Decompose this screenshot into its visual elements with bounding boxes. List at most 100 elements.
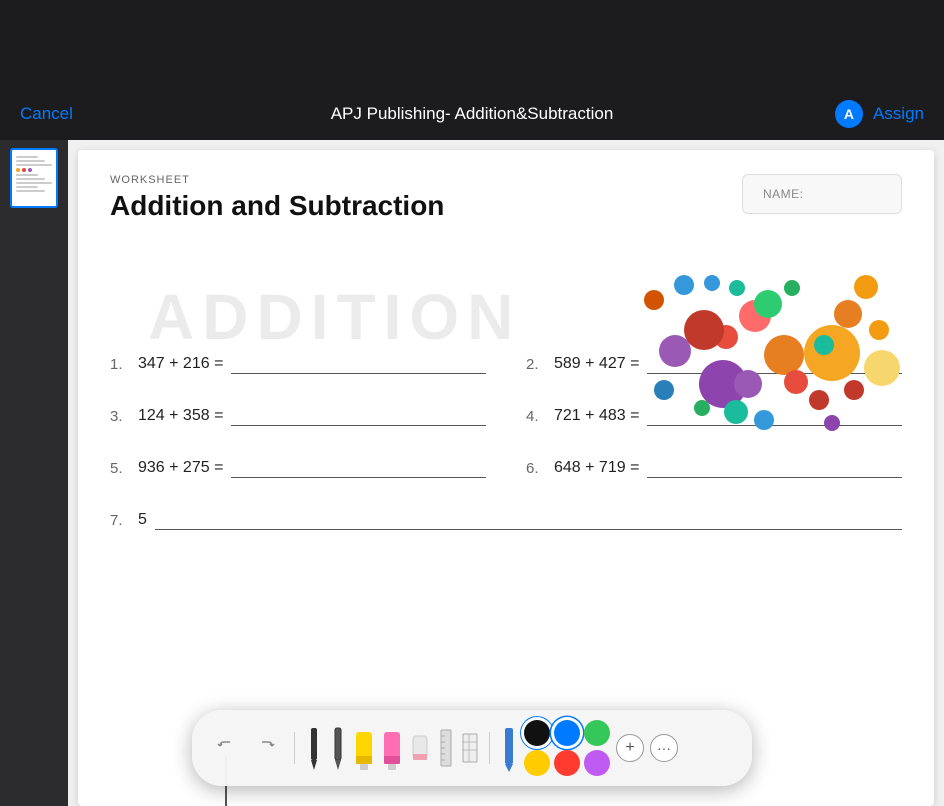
problem-number: 4. [526, 408, 550, 425]
undo-button[interactable] [208, 730, 244, 766]
undo-redo-section [208, 730, 284, 766]
bubble-dot [724, 400, 748, 424]
main-content: WORKSHEET Addition and Subtraction NAME:… [0, 140, 944, 806]
worksheet-label: WORKSHEET [110, 174, 444, 186]
problem-expression: 936 + 275 = [138, 459, 223, 477]
bubble-dot [854, 275, 878, 299]
thumb-line [16, 174, 38, 176]
thumb-line [16, 160, 45, 162]
thumb-line [16, 156, 38, 158]
highlighter-pink[interactable] [381, 722, 403, 774]
assign-button[interactable]: Assign [873, 104, 924, 124]
ruler-tool[interactable] [437, 722, 455, 774]
thumb-dot-row [16, 168, 52, 172]
bubble-dot [754, 290, 782, 318]
problem-expression: 648 + 719 = [554, 459, 639, 477]
bubble-dot [814, 335, 834, 355]
sidebar [0, 140, 68, 806]
grid-tool[interactable] [461, 722, 479, 774]
problem-expression: 347 + 216 = [138, 355, 223, 373]
top-bar-inner: Cancel APJ Publishing- Addition&Subtract… [20, 100, 924, 128]
bubble-dot [729, 280, 745, 296]
eraser-tool[interactable] [409, 722, 431, 774]
pen-tool-1[interactable] [305, 722, 323, 774]
worksheet-area: WORKSHEET Addition and Subtraction NAME:… [68, 140, 944, 806]
bubble-dot [734, 370, 762, 398]
worksheet-page: WORKSHEET Addition and Subtraction NAME:… [78, 150, 934, 806]
bubble-dot [674, 275, 694, 295]
bubble-dot [824, 415, 840, 431]
page-title: APJ Publishing- Addition&Subtraction [331, 104, 614, 124]
bubble-dot [704, 275, 720, 291]
problem: 1.347 + 216 = [110, 354, 486, 374]
ellipsis-icon: ··· [657, 740, 671, 756]
worksheet-header: WORKSHEET Addition and Subtraction NAME: [78, 150, 934, 234]
thumb-line [16, 190, 45, 192]
answer-line [231, 354, 486, 374]
problem-number: 7. [110, 512, 134, 529]
problem: 3.124 + 358 = [110, 406, 486, 426]
bubble-dot [654, 380, 674, 400]
color-swatch-5[interactable] [584, 750, 610, 776]
problem: 7.5 [110, 510, 902, 530]
bubble-dot [809, 390, 829, 410]
bubble-dot [784, 280, 800, 296]
pen-tool-2[interactable] [329, 722, 347, 774]
name-box: NAME: [742, 174, 902, 214]
bubble-dot [784, 370, 808, 394]
problem-row: 7.5 [110, 510, 902, 530]
bubble-dot [764, 335, 804, 375]
answer-line [231, 406, 486, 426]
thumb-dot [22, 168, 26, 172]
color-swatch-3[interactable] [524, 750, 550, 776]
problem-number: 1. [110, 356, 134, 373]
drawing-toolbar: + ··· [192, 710, 752, 786]
color-swatch-1[interactable] [554, 720, 580, 746]
worksheet-title: Addition and Subtraction [110, 190, 444, 222]
bubble-dot [644, 290, 664, 310]
problem-expression: 124 + 358 = [138, 407, 223, 425]
bubble-dot [754, 410, 774, 430]
sidebar-thumbnail[interactable] [10, 148, 58, 208]
add-color-button[interactable]: + [616, 734, 644, 762]
bubble-dot [804, 325, 860, 381]
color-swatch-4[interactable] [554, 750, 580, 776]
bubble-dot [864, 350, 900, 386]
problem-number: 2. [526, 356, 550, 373]
bubble-dot [844, 380, 864, 400]
thumb-line [16, 186, 38, 188]
thumb-line [16, 164, 52, 166]
bubble-dot [684, 310, 724, 350]
problem: 5.936 + 275 = [110, 458, 486, 478]
color-swatches [524, 720, 610, 776]
thumb-line [16, 178, 45, 180]
thumb-dot [16, 168, 20, 172]
problem-number: 3. [110, 408, 134, 425]
stylus-tool[interactable] [500, 722, 518, 774]
highlighter-yellow[interactable] [353, 722, 375, 774]
cancel-button[interactable]: Cancel [20, 104, 73, 124]
thumb-line [16, 182, 52, 184]
thumb-dot [28, 168, 32, 172]
avatar: A [835, 100, 863, 128]
problem-expression: 5 [138, 511, 147, 529]
bubble-dot [869, 320, 889, 340]
dots-container [654, 270, 914, 470]
problem-expression: 721 + 483 = [554, 407, 639, 425]
problem-number: 6. [526, 460, 550, 477]
problem-expression: 589 + 427 = [554, 355, 639, 373]
color-swatch-0[interactable] [524, 720, 550, 746]
top-bar: Cancel APJ Publishing- Addition&Subtract… [0, 0, 944, 140]
more-options-button[interactable]: ··· [650, 734, 678, 762]
divider-1 [294, 732, 295, 764]
worksheet-title-group: WORKSHEET Addition and Subtraction [110, 174, 444, 222]
plus-icon: + [625, 739, 634, 757]
bubble-dot [694, 400, 710, 416]
name-label: NAME: [763, 187, 804, 201]
right-controls: A Assign [835, 100, 924, 128]
color-swatch-2[interactable] [584, 720, 610, 746]
pen-tools-section [305, 722, 479, 774]
thumbnail-preview [12, 150, 56, 206]
bubble-dot [834, 300, 862, 328]
redo-button[interactable] [248, 730, 284, 766]
